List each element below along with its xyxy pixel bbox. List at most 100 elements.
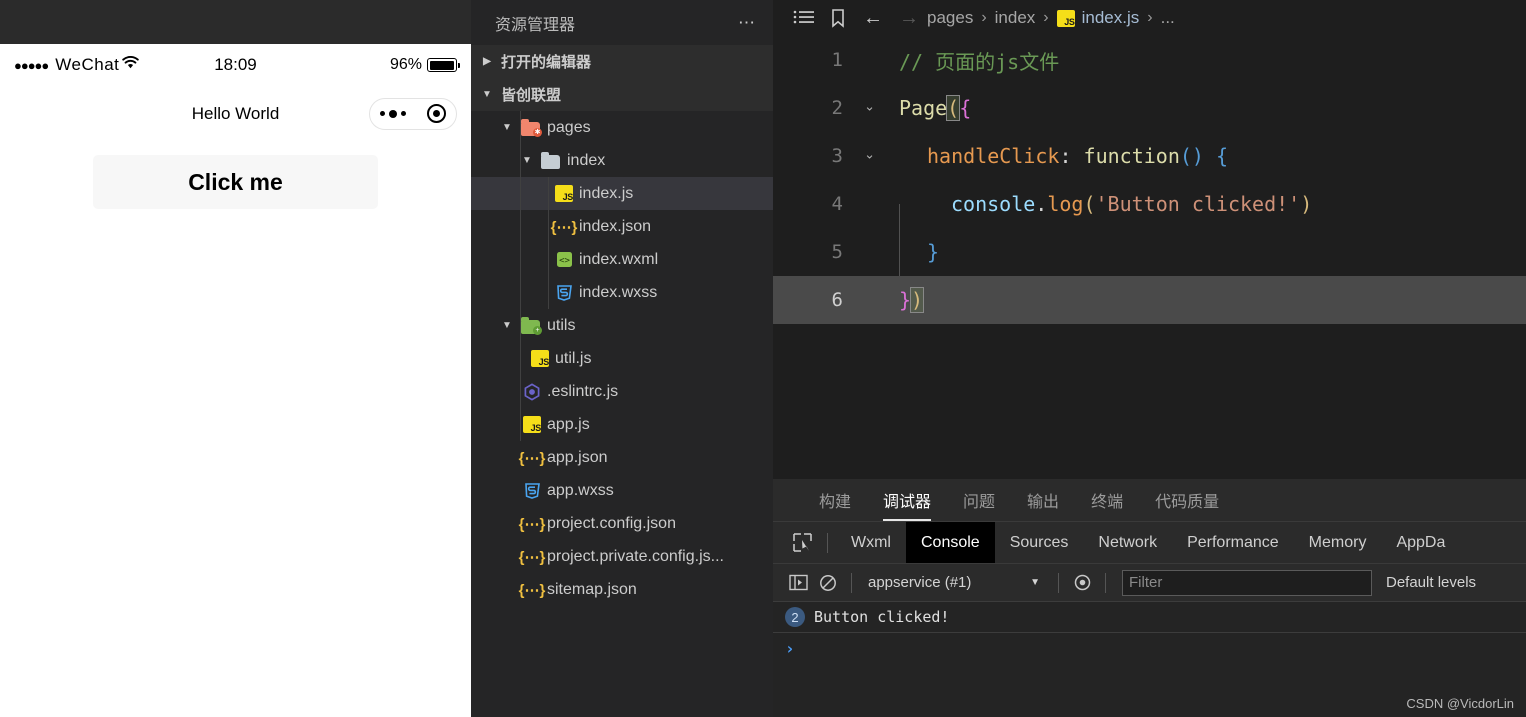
tree-item-eslintrc[interactable]: .eslintrc.js bbox=[471, 375, 773, 408]
console-context-select[interactable]: appservice (#1) ▼ bbox=[860, 570, 1050, 596]
eye-icon[interactable] bbox=[1067, 570, 1097, 596]
tree-item-label: index bbox=[567, 151, 606, 169]
chevron-down-icon: ▼ bbox=[482, 89, 492, 100]
code-line-1: 1 // 页面的js文件 bbox=[773, 36, 1526, 84]
tree-item-app-js[interactable]: JS app.js bbox=[471, 408, 773, 441]
line-number: 3 ⌄ bbox=[831, 145, 875, 167]
inspect-element-icon[interactable] bbox=[785, 522, 819, 564]
breadcrumb-item-index[interactable]: index bbox=[995, 8, 1036, 28]
tree-item-index-wxss[interactable]: index.wxss bbox=[471, 276, 773, 309]
bookmark-icon[interactable] bbox=[821, 8, 855, 28]
breadcrumb-item-more[interactable]: ... bbox=[1161, 8, 1175, 28]
tree-item-app-json[interactable]: {⋯} app.json bbox=[471, 441, 773, 474]
console-prompt[interactable]: › bbox=[773, 633, 1526, 663]
arrow-left-icon[interactable]: ← bbox=[855, 7, 891, 30]
code-token-colon: : bbox=[1059, 144, 1084, 168]
watermark: CSDN @VicdorLin bbox=[1406, 696, 1514, 711]
editor-area: ← → pages › index › JS index.js › ... 1 … bbox=[773, 0, 1526, 717]
breadcrumb-item-file[interactable]: index.js bbox=[1082, 8, 1140, 28]
code-token-brace: } bbox=[927, 240, 940, 264]
devtab-performance[interactable]: Performance bbox=[1172, 522, 1294, 564]
tree-item-label: index.js bbox=[579, 184, 634, 202]
phone-status-bar: ●●●●● WeChat 18:09 96% bbox=[0, 44, 471, 86]
console-message: 2 Button clicked! bbox=[773, 601, 1526, 633]
toolbar-divider bbox=[851, 572, 852, 593]
section-project-root[interactable]: ▼ 皆创联盟 bbox=[471, 78, 773, 111]
battery-icon bbox=[427, 58, 460, 72]
wechat-capsule-button[interactable] bbox=[369, 97, 457, 130]
chevron-down-icon: ▼ bbox=[522, 155, 532, 166]
toolbar-divider bbox=[1058, 572, 1059, 593]
tree-item-index-json[interactable]: {⋯} index.json bbox=[471, 210, 773, 243]
tab-output[interactable]: 输出 bbox=[1011, 479, 1075, 521]
console-output[interactable]: 2 Button clicked! › CSDN @VicdorLin bbox=[773, 601, 1526, 717]
fold-chevron-icon[interactable]: ⌄ bbox=[864, 98, 875, 114]
folder-pages-icon: ✱ bbox=[521, 118, 542, 137]
js-file-icon: JS bbox=[523, 416, 541, 433]
panel-tab-bar: 构建 调试器 问题 输出 终端 代码质量 bbox=[773, 479, 1526, 521]
console-filter-placeholder: Filter bbox=[1129, 574, 1163, 591]
code-line-2: 2 ⌄ Page({ bbox=[773, 84, 1526, 132]
tree-item-index-js[interactable]: JS index.js bbox=[471, 177, 773, 210]
fold-chevron-icon[interactable]: ⌄ bbox=[864, 146, 875, 162]
devtab-sources[interactable]: Sources bbox=[995, 522, 1084, 564]
tab-problems[interactable]: 问题 bbox=[947, 479, 1011, 521]
section-open-editors[interactable]: ▶ 打开的编辑器 bbox=[471, 45, 773, 78]
console-levels-select[interactable]: Default levels bbox=[1386, 574, 1476, 591]
tab-debugger[interactable]: 调试器 bbox=[867, 479, 947, 521]
json-file-icon: {⋯} bbox=[518, 581, 546, 599]
devtab-network[interactable]: Network bbox=[1083, 522, 1172, 564]
simulator-toolbar bbox=[0, 0, 471, 44]
tree-item-pages[interactable]: ▼ ✱ pages bbox=[471, 111, 773, 144]
devtab-wxml[interactable]: Wxml bbox=[836, 522, 906, 564]
more-actions-icon[interactable]: ⋯ bbox=[738, 14, 757, 31]
indent-guide bbox=[520, 111, 521, 441]
tree-item-util-js[interactable]: JS util.js bbox=[471, 342, 773, 375]
code-token-open-paren: ( bbox=[1083, 192, 1096, 216]
tree-item-index-wxml[interactable]: <> index.wxml bbox=[471, 243, 773, 276]
line-number: 4 bbox=[831, 193, 843, 215]
explorer-sidebar: 资源管理器 ⋯ ▶ 打开的编辑器 ▼ 皆创联盟 ▼ ✱ pages ▼ inde… bbox=[471, 0, 773, 717]
devtab-console[interactable]: Console bbox=[905, 521, 995, 564]
target-icon[interactable] bbox=[426, 104, 446, 123]
tree-item-label: index.wxml bbox=[579, 250, 659, 268]
wxss-file-icon bbox=[555, 284, 573, 302]
code-token-console: console bbox=[951, 192, 1036, 216]
tree-item-project-private-config[interactable]: {⋯} project.private.config.js... bbox=[471, 540, 773, 573]
tree-item-label: sitemap.json bbox=[547, 580, 637, 598]
breadcrumb: ← → pages › index › JS index.js › ... bbox=[773, 0, 1526, 36]
tree-item-label: app.json bbox=[547, 448, 608, 466]
click-me-button[interactable]: Click me bbox=[93, 155, 378, 209]
code-token-brace: { bbox=[959, 96, 972, 120]
code-token-brace: } bbox=[899, 288, 912, 312]
tree-item-app-wxss[interactable]: app.wxss bbox=[471, 474, 773, 507]
tree-item-label: project.config.json bbox=[547, 514, 676, 532]
line-number: 2 ⌄ bbox=[831, 97, 875, 119]
tree-item-project-config[interactable]: {⋯} project.config.json bbox=[471, 507, 773, 540]
more-dots-icon[interactable] bbox=[380, 109, 407, 118]
tree-item-utils[interactable]: ▼ + utils bbox=[471, 309, 773, 342]
outline-list-icon[interactable] bbox=[787, 9, 821, 27]
console-sidebar-icon[interactable] bbox=[783, 570, 813, 596]
tab-code-quality[interactable]: 代码质量 bbox=[1139, 479, 1235, 521]
code-editor[interactable]: 1 // 页面的js文件 2 ⌄ Page({ 3 ⌄ handleClick: f… bbox=[773, 36, 1526, 479]
file-tree: ▼ ✱ pages ▼ index JS index.js {⋯} index.… bbox=[471, 111, 773, 717]
signal-dots-icon: ●●●●● bbox=[14, 57, 49, 73]
arrow-right-icon[interactable]: → bbox=[891, 7, 927, 30]
breadcrumb-item-pages[interactable]: pages bbox=[927, 8, 973, 28]
wxml-file-icon: <> bbox=[555, 251, 573, 269]
tab-build[interactable]: 构建 bbox=[803, 479, 867, 521]
tree-item-sitemap-json[interactable]: {⋯} sitemap.json bbox=[471, 573, 773, 606]
tab-terminal[interactable]: 终端 bbox=[1075, 479, 1139, 521]
devtools-window: ●●●●● WeChat 18:09 96% Hello World Click… bbox=[0, 0, 1526, 717]
tree-item-index-folder[interactable]: ▼ index bbox=[471, 144, 773, 177]
code-line-3: 3 ⌄ handleClick: function() { bbox=[773, 132, 1526, 180]
devtab-memory[interactable]: Memory bbox=[1294, 522, 1382, 564]
console-prompt-caret: › bbox=[785, 638, 795, 658]
phone-nav-bar: Hello World bbox=[0, 86, 471, 141]
console-filter-input[interactable]: Filter bbox=[1122, 569, 1372, 596]
devtab-appdata[interactable]: AppDa bbox=[1381, 522, 1460, 564]
tree-item-label: utils bbox=[547, 316, 576, 334]
clear-console-icon[interactable] bbox=[813, 570, 843, 596]
